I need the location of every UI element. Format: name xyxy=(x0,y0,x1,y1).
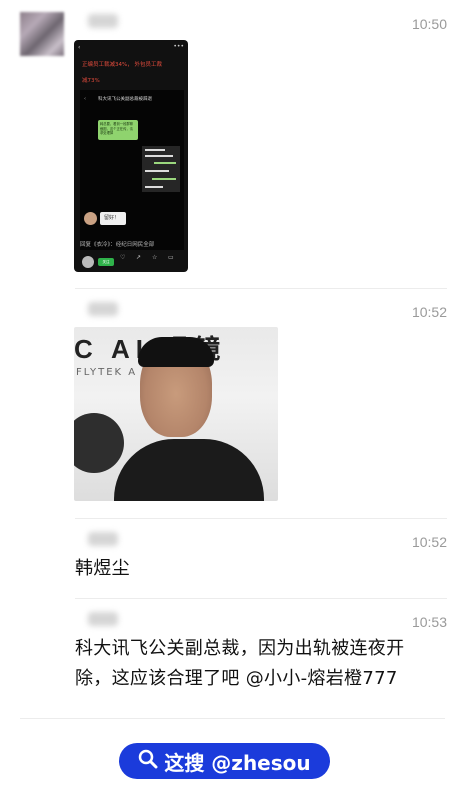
message-divider xyxy=(20,718,445,719)
message-divider xyxy=(75,288,447,289)
message-text: 科大讯飞公关副总裁，因为出轨被连夜开 除，这应该合理了吧 @小小-熔岩橙777 xyxy=(75,634,445,694)
share-icon: ↗ xyxy=(136,254,142,261)
star-icon: ☆ xyxy=(152,254,158,261)
screenshot-caption: 回复《衣冷》：经纪日网民全部 xyxy=(80,242,155,248)
message-time: 10:50 xyxy=(411,16,447,32)
chat-page: 10:50 正编员工裁减34%， 外包员工裁 减73% ‹ ••• ‹ 科大讯飞… xyxy=(0,0,465,800)
message-time: 10:52 xyxy=(411,534,447,550)
inner-reply-bubble: 留好！ xyxy=(100,212,126,225)
search-icon xyxy=(138,749,158,774)
message-time: 10:52 xyxy=(411,304,447,320)
screenshot-line-1: 正编员工裁减34%， 外包员工裁 xyxy=(82,62,162,68)
back-icon: ‹ xyxy=(78,44,81,51)
inner-back-icon: ‹ xyxy=(84,96,86,102)
message-divider xyxy=(75,518,447,519)
comment-icon: ▭ xyxy=(168,254,174,261)
inner-green-bubble: 韩总要，看到一段群聊截图，这个正在传，请求处理掉 xyxy=(98,120,138,140)
poster-avatar xyxy=(82,256,94,268)
like-icon: ♡ xyxy=(120,254,126,261)
message-time: 10:53 xyxy=(411,614,447,630)
watermark-badge: 这搜 @zhesou xyxy=(119,743,330,779)
inner-avatar xyxy=(84,212,97,225)
message-text: 韩煜尘 xyxy=(75,558,130,579)
avatar[interactable] xyxy=(20,12,64,56)
message-line: 除，这应该合理了吧 @小小-熔岩橙777 xyxy=(75,668,398,689)
inner-title: 科大讯飞公关副总裁被辞退 xyxy=(98,97,152,102)
follow-button: 关注 xyxy=(98,258,114,266)
message-line: 科大讯飞公关副总裁，因为出轨被连夜开 xyxy=(75,638,405,659)
inner-chat-thumbnail xyxy=(142,146,180,192)
watermark-text: 这搜 @zhesou xyxy=(164,750,311,775)
sender-name-blurred xyxy=(88,14,118,28)
sender-name-blurred xyxy=(88,532,118,546)
screenshot-line-2: 减73% xyxy=(82,78,100,84)
message-divider xyxy=(75,598,447,599)
photo-sign-subtext: FLYTEK A xyxy=(76,367,138,378)
sender-name-blurred xyxy=(88,302,118,316)
person-photo[interactable]: C AI 眼镜 FLYTEK A xyxy=(74,327,278,501)
more-icon: ••• xyxy=(173,43,184,50)
sender-name-blurred xyxy=(88,612,118,626)
